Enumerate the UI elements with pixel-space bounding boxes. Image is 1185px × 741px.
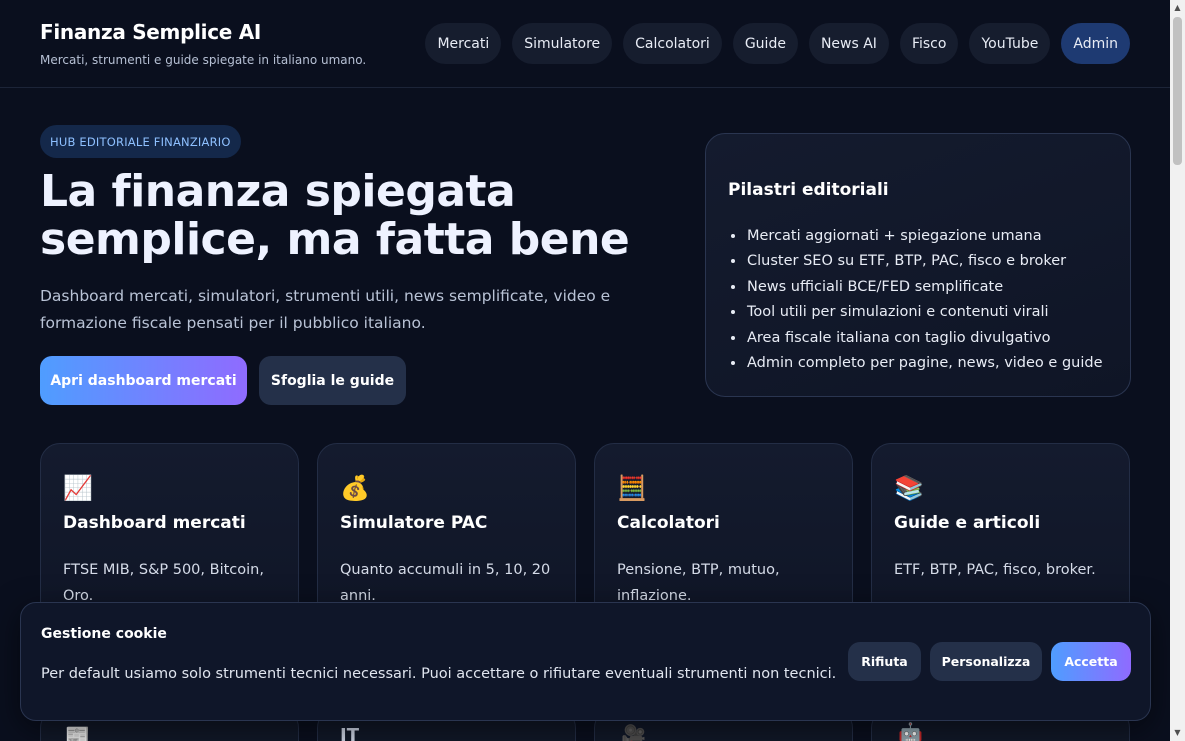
card-title: Calcolatori [617, 513, 720, 533]
scroll-down-icon[interactable]: ▼ [1173, 728, 1182, 738]
newspaper-icon: 📰 [65, 723, 90, 741]
browse-guides-button[interactable]: Sfoglia le guide [259, 356, 406, 405]
top-header: Finanza Semplice AI Mercati, strumenti e… [0, 0, 1170, 88]
accept-cookies-button[interactable]: Accetta [1051, 642, 1131, 681]
reject-cookies-button[interactable]: Rifiuta [848, 642, 921, 681]
chart-up-icon: 📈 [63, 474, 93, 502]
nav-fisco[interactable]: Fisco [899, 23, 959, 64]
card-title: Guide e articoli [894, 513, 1041, 533]
scroll-up-icon[interactable]: ▲ [1173, 3, 1182, 13]
nav-simulatore[interactable]: Simulatore [512, 23, 613, 64]
camera-icon: 🎥 [621, 723, 646, 741]
nav-admin[interactable]: Admin [1061, 23, 1130, 64]
main-nav: Mercati Simulatore Calcolatori Guide New… [425, 23, 1130, 64]
card-text: ETF, BTP, PAC, fisco, broker. [894, 562, 1096, 578]
nav-news-ai[interactable]: News AI [808, 23, 889, 64]
hero-title-line2: semplice, ma fatta bene [40, 214, 630, 265]
hero-description: Dashboard mercati, simulatori, strumenti… [40, 287, 611, 332]
open-markets-dashboard-button[interactable]: Apri dashboard mercati [40, 356, 247, 405]
card-title: Simulatore PAC [340, 513, 488, 533]
customize-cookies-button[interactable]: Personalizza [930, 642, 1042, 681]
list-item: Area fiscale italiana con taglio divulga… [746, 326, 1103, 351]
pillars-panel: Pilastri editoriali Mercati aggiornati +… [705, 133, 1131, 397]
card-title: Dashboard mercati [63, 513, 246, 533]
robot-icon: 🤖 [898, 721, 923, 741]
abacus-icon: 🧮 [617, 474, 647, 502]
nav-guide[interactable]: Guide [732, 23, 798, 64]
pillars-list: Mercati aggiornati + spiegazione umana C… [746, 224, 1103, 376]
money-bag-icon: 💰 [340, 474, 370, 502]
list-item: Mercati aggiornati + spiegazione umana [746, 224, 1103, 249]
cookie-text: Per default usiamo solo strumenti tecnic… [41, 666, 837, 682]
list-item: News ufficiali BCE/FED semplificate [746, 275, 1103, 300]
nav-mercati[interactable]: Mercati [425, 23, 502, 64]
scroll-thumb[interactable] [1173, 17, 1182, 165]
list-item: Admin completo per pagine, news, video e… [746, 351, 1103, 376]
cookie-banner: Gestione cookie Per default usiamo solo … [20, 602, 1151, 721]
nav-calcolatori[interactable]: Calcolatori [623, 23, 722, 64]
list-item: Cluster SEO su ETF, BTP, PAC, fisco e br… [746, 249, 1103, 274]
hero-title-line1: La finanza spiegata [40, 166, 516, 217]
nav-youtube[interactable]: YouTube [969, 23, 1051, 64]
hero-badge: HUB EDITORIALE FINANZIARIO [40, 125, 241, 158]
cookie-title: Gestione cookie [41, 626, 167, 642]
pillars-title: Pilastri editoriali [728, 180, 889, 200]
books-icon: 📚 [894, 474, 924, 502]
list-item: Tool utili per simulazioni e contenuti v… [746, 300, 1103, 325]
page-scrollbar[interactable]: ▲ ▼ [1170, 0, 1185, 741]
site-title[interactable]: Finanza Semplice AI [40, 20, 261, 44]
hero-title: La finanza spiegata semplice, ma fatta b… [40, 168, 660, 264]
site-subtitle: Mercati, strumenti e guide spiegate in i… [40, 53, 367, 67]
it-text-icon: IT [340, 725, 359, 741]
